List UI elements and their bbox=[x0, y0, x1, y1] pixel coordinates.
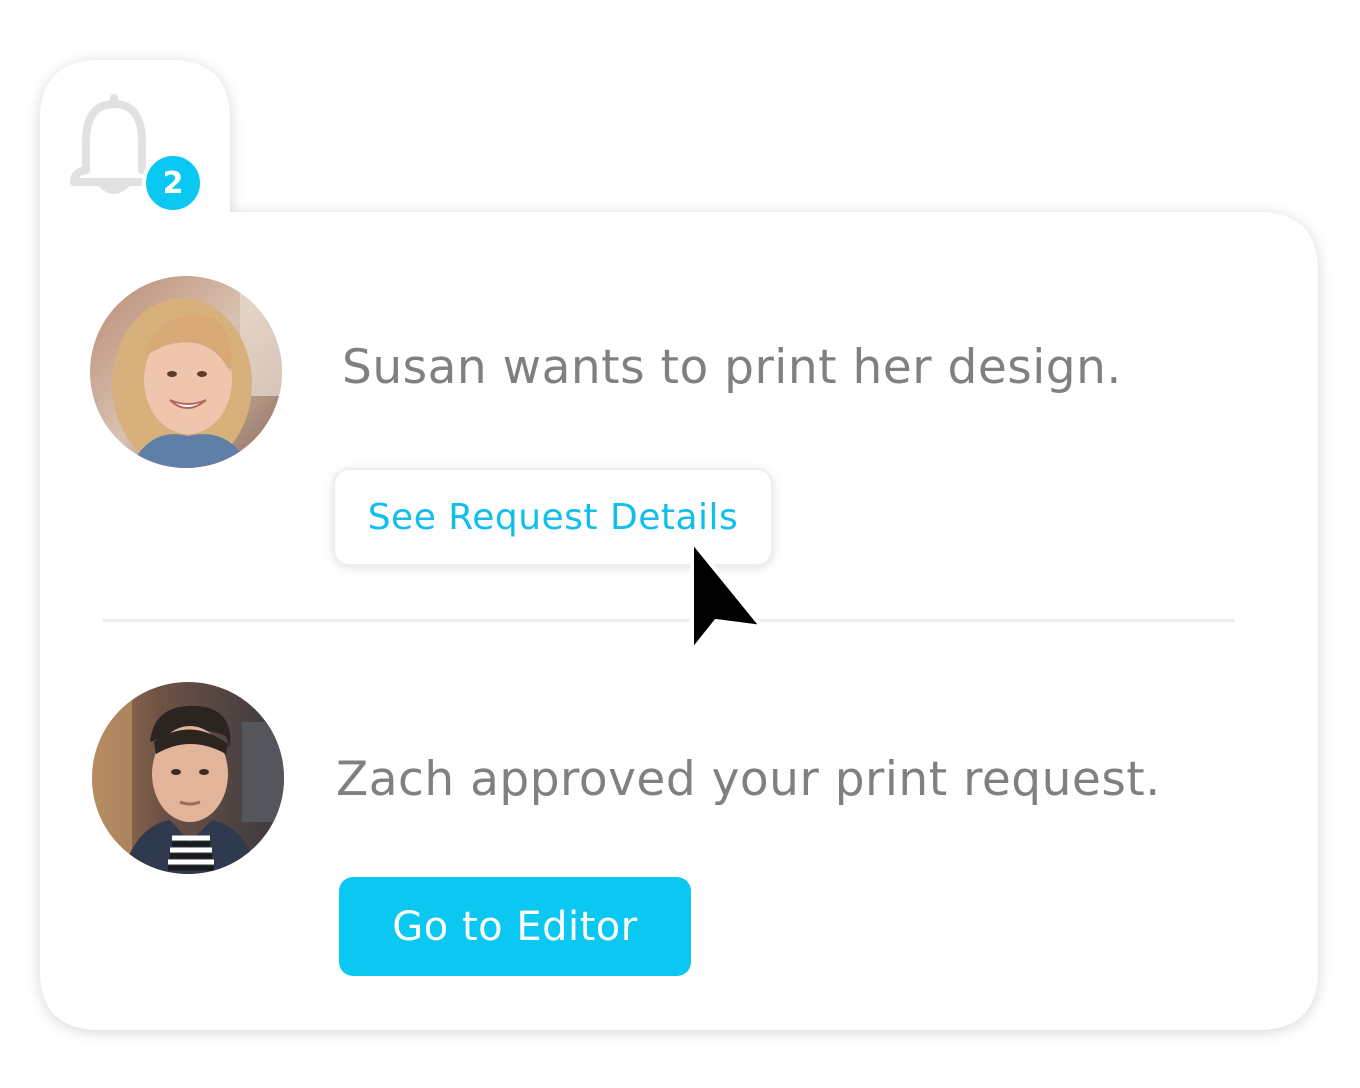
avatar bbox=[92, 682, 284, 874]
unread-count-badge: 2 bbox=[142, 152, 204, 214]
notification-message: Zach approved your print request. bbox=[336, 752, 1161, 807]
divider bbox=[103, 619, 1235, 622]
notification-message: Susan wants to print her design. bbox=[342, 340, 1122, 395]
mouse-pointer-icon bbox=[686, 537, 768, 657]
go-to-editor-button[interactable]: Go to Editor bbox=[339, 877, 691, 976]
avatar bbox=[90, 276, 282, 468]
